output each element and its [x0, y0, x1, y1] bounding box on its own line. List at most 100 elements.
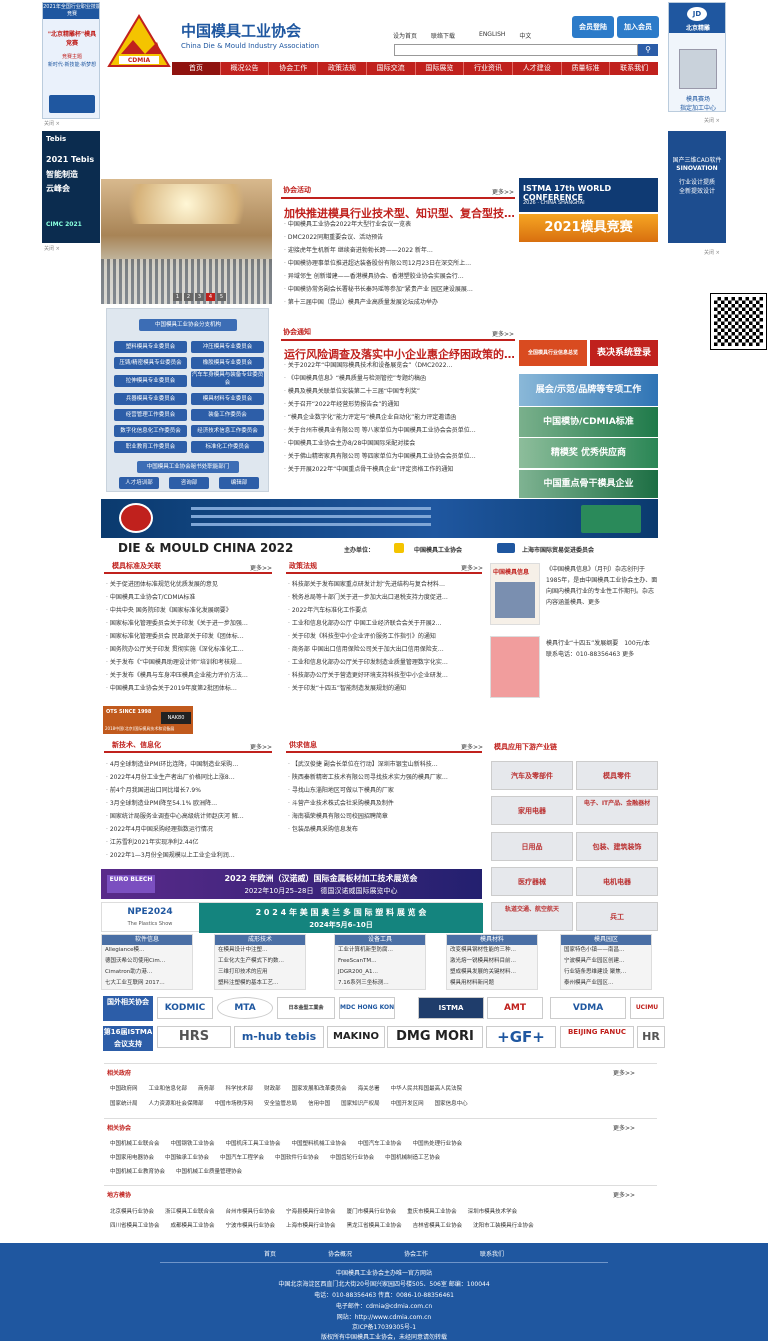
supply-item[interactable]: 斗营产业技术株式会社采购模具及制件 [288, 797, 482, 810]
left-ad-competition[interactable]: 2021年全国行业职业技能竞赛 "北京精雕杯"模具竞赛 竞赛主题 新时代·新技能… [42, 2, 100, 119]
local-link[interactable]: 厦门市模具行业协会 [347, 1207, 397, 1215]
nav-policy[interactable]: 政策法规 [318, 62, 367, 75]
branch-sub-title[interactable]: 中国模具工业协会秘书处职能部门 [137, 461, 239, 473]
footer-nav-home[interactable]: 首页 [264, 1249, 276, 1258]
supply-item[interactable]: 【武汉俊捷 副会长单位在行动】深圳市银宝山新科技… [288, 758, 482, 771]
tech-item[interactable]: 2022年4月中国采购经理指数运行情况 [106, 823, 274, 836]
tech-item[interactable]: 国家统计局服务业调查中心高级统计师赵庆河 解… [106, 810, 274, 823]
search-button[interactable]: ⚲ [638, 44, 658, 56]
software-item[interactable]: JDGR200_A1… [335, 967, 425, 978]
notice-item[interactable]: 关于佛山精密家具有限公司 等四家单位为中国模具工业协会会员单位… [284, 450, 514, 463]
branch-unit-7[interactable]: 兵器模具专业委员会 [114, 393, 187, 405]
policy-item[interactable]: 科技部关于发布国家重点研发计划“先进结构与复合材料… [288, 578, 482, 591]
dept-consulting[interactable]: 咨询部 [169, 477, 209, 489]
local-link[interactable]: 宁波市模具行业协会 [226, 1221, 276, 1229]
news-item[interactable]: 中国模具工业协会2022年大型行业会议一览表 [284, 218, 514, 231]
member-login-button[interactable]: 会员登陆 [572, 16, 614, 38]
news-item[interactable]: 中国模协常务副会长署秘书长秦玛瑶等参加“紧贵产业 园区建设展展… [284, 283, 514, 296]
supply-more[interactable]: 更多>> [461, 742, 483, 751]
tech-item[interactable]: 2022年1—3月份全国规模以上工业企业利润… [106, 849, 274, 862]
branch-unit-12[interactable]: 经济技术信息工作委员会 [191, 425, 264, 437]
close-right-ad-2[interactable]: 关闭 × [704, 249, 720, 256]
news-item[interactable]: 迎接虎年生机新年 继续奋进勃勃长跨——2022 新年… [284, 244, 514, 257]
toplink-english[interactable]: ENGLISH [479, 31, 505, 40]
tech-item[interactable]: 2022年4月份工业生产者出厂价格同比上涨8… [106, 771, 274, 784]
gov-more[interactable]: 更多>> [613, 1068, 635, 1077]
local-link[interactable]: 台州市模具行业协会 [226, 1207, 276, 1215]
assoc-link[interactable]: 中国汽车工程学会 [220, 1153, 264, 1161]
local-link[interactable]: 浙江模具工业联合会 [165, 1207, 215, 1215]
news-photo[interactable]: 1 2 3 4 5 [101, 179, 272, 304]
assoc-link[interactable]: 中国热处理行业协会 [413, 1139, 463, 1147]
pager-2[interactable]: 2 [184, 293, 193, 301]
software-item[interactable]: 三维打印技术的应用 [215, 967, 305, 978]
notice-item[interactable]: 中国模具工业协会主办8/28中国国际采配对接会 [284, 437, 514, 450]
nav-contact[interactable]: 联系我们 [610, 62, 658, 75]
chain-tile-daily[interactable]: 日用品 [491, 832, 573, 861]
standards-item[interactable]: 关于发布《“中国模具助理设计师”培训和考核规… [106, 656, 274, 669]
branch-title[interactable]: 中国模具工业协会分支机构 [139, 319, 237, 331]
assoc-link[interactable]: 中国机床工具工业协会 [226, 1139, 281, 1147]
chain-tile-auto[interactable]: 汽车及零部件 [491, 761, 573, 790]
footer-nav-contact[interactable]: 联系我们 [480, 1249, 504, 1258]
tech-item[interactable]: 4月全球制造业PMI环比连降，中国制造业采购… [106, 758, 274, 771]
partner-vdma[interactable]: VDMA [550, 997, 626, 1019]
gov-link[interactable]: 工业和信息化部 [149, 1084, 188, 1092]
gov-link[interactable]: 科学技术部 [226, 1084, 254, 1092]
software-item[interactable]: 7.16系列三坐标测… [335, 978, 425, 989]
sponsor-gf[interactable]: +GF+ [486, 1026, 556, 1048]
software-item[interactable]: 国家特色小镇——南昌… [561, 945, 651, 956]
branch-unit-8[interactable]: 模具材料专业委员会 [191, 393, 264, 405]
assoc-link[interactable]: 中国家用电器协会 [110, 1153, 154, 1161]
partner-istma[interactable]: ISTMA [418, 997, 484, 1019]
standards-more[interactable]: 更多>> [250, 563, 272, 572]
notice-item[interactable]: 《中国模具信息》“模具质量与检测管控”专题约稿函 [284, 372, 514, 385]
partner-mdc[interactable]: MDC HONG KONG [339, 997, 395, 1019]
standards-item[interactable]: 关于发布《模具与车身冲压模具企业能力评价方法… [106, 669, 274, 682]
vote-system-button[interactable]: 表决系统登录 [590, 340, 658, 366]
gov-link[interactable]: 国家发展和改革委员会 [292, 1084, 347, 1092]
close-left-ad-2[interactable]: 关闭 × [44, 245, 60, 252]
assoc-more[interactable]: 更多>> [613, 1123, 635, 1132]
policy-item[interactable]: 关于印发“十四五”智能制造发展规划的通知 [288, 682, 482, 695]
nav-intl[interactable]: 国际交流 [367, 62, 416, 75]
standard-banner[interactable]: 中国模协/CDMIA标准 [519, 407, 658, 437]
local-link[interactable]: 黑龙江省模具工业协会 [347, 1221, 402, 1229]
assoc-link[interactable]: 中国机械工业教育协会 [110, 1167, 165, 1175]
local-more[interactable]: 更多>> [613, 1190, 635, 1199]
branch-unit-5[interactable]: 拉伸模具专业委员会 [114, 375, 187, 387]
notice-item[interactable]: 关于台州市模具业有限公司 等八家单位为中国模具工业协会会员单位… [284, 424, 514, 437]
nav-overview[interactable]: 概况公告 [221, 62, 270, 75]
policy-item[interactable]: 商务部 中国出口信用保险公司关于加大出口信用保险支… [288, 643, 482, 656]
policy-item[interactable]: 关于印发《科技型中小企业评价服务工作指引》的通知 [288, 630, 482, 643]
chain-tile-electronics[interactable]: 电子、IT产品、金融器材 [576, 796, 658, 825]
search-input[interactable] [394, 44, 638, 56]
nav-home[interactable]: 首页 [172, 62, 221, 75]
pager-1[interactable]: 1 [173, 293, 182, 301]
left-ad-tebis[interactable]: Tebis 2021 Tebis 智能制造 云峰会 CIMC 2021 [42, 131, 100, 243]
gov-link[interactable]: 商务部 [198, 1084, 215, 1092]
notice-item[interactable]: “模具企业数字化”能力评定与“模具企业自动化”能力评定邀请函 [284, 411, 514, 424]
assoc-link[interactable]: 中国汽车工业协会 [358, 1139, 402, 1147]
branch-unit-13[interactable]: 职业教育工作委员会 [114, 441, 187, 453]
supply-item[interactable]: 包装品模具采购信息发布 [288, 823, 482, 836]
local-link[interactable]: 四川省模具工业协会 [110, 1221, 160, 1229]
pager-3[interactable]: 3 [195, 293, 204, 301]
ctsinter-ad[interactable]: OTS SINCE 1998 NAK80 2018中国(北京)国际模具技术和设备… [103, 706, 193, 734]
close-left-ad-1[interactable]: 关闭 × [44, 120, 60, 127]
chain-tile-rail[interactable]: 轨道交通、航空航天 [491, 902, 573, 931]
chain-tile-parts[interactable]: 模具零件 [576, 761, 658, 790]
gov-link[interactable]: 中国市场秩序网 [215, 1099, 254, 1107]
policy-item[interactable]: 工业和信息化部办公厅 中国工业经济联合会关于开展2… [288, 617, 482, 630]
branch-unit-10[interactable]: 装备工作委员会 [191, 409, 264, 421]
gov-link[interactable]: 财政部 [264, 1084, 281, 1092]
software-item[interactable]: Cimatron助力港… [102, 967, 192, 978]
software-item[interactable]: 塑成模具发展的关键材料… [447, 967, 537, 978]
sponsor-fanuc[interactable]: BEIJING FANUC [560, 1026, 634, 1048]
tech-item[interactable]: 江苏雪利2021年实现净利2.44亿 [106, 836, 274, 849]
standards-item[interactable]: 国务院办公厅关于印发 贯彻实施《深化标准化工… [106, 643, 274, 656]
notice-item[interactable]: 关于2022年“中国国际模具技术和设备展览会”（DMC2022… [284, 359, 514, 372]
branch-unit-14[interactable]: 标准化工作委员会 [191, 441, 264, 453]
info-overview-banner[interactable]: 全国模具行业信息总览 [519, 340, 587, 366]
contest-banner[interactable]: 2021模具竞赛 [519, 214, 658, 242]
